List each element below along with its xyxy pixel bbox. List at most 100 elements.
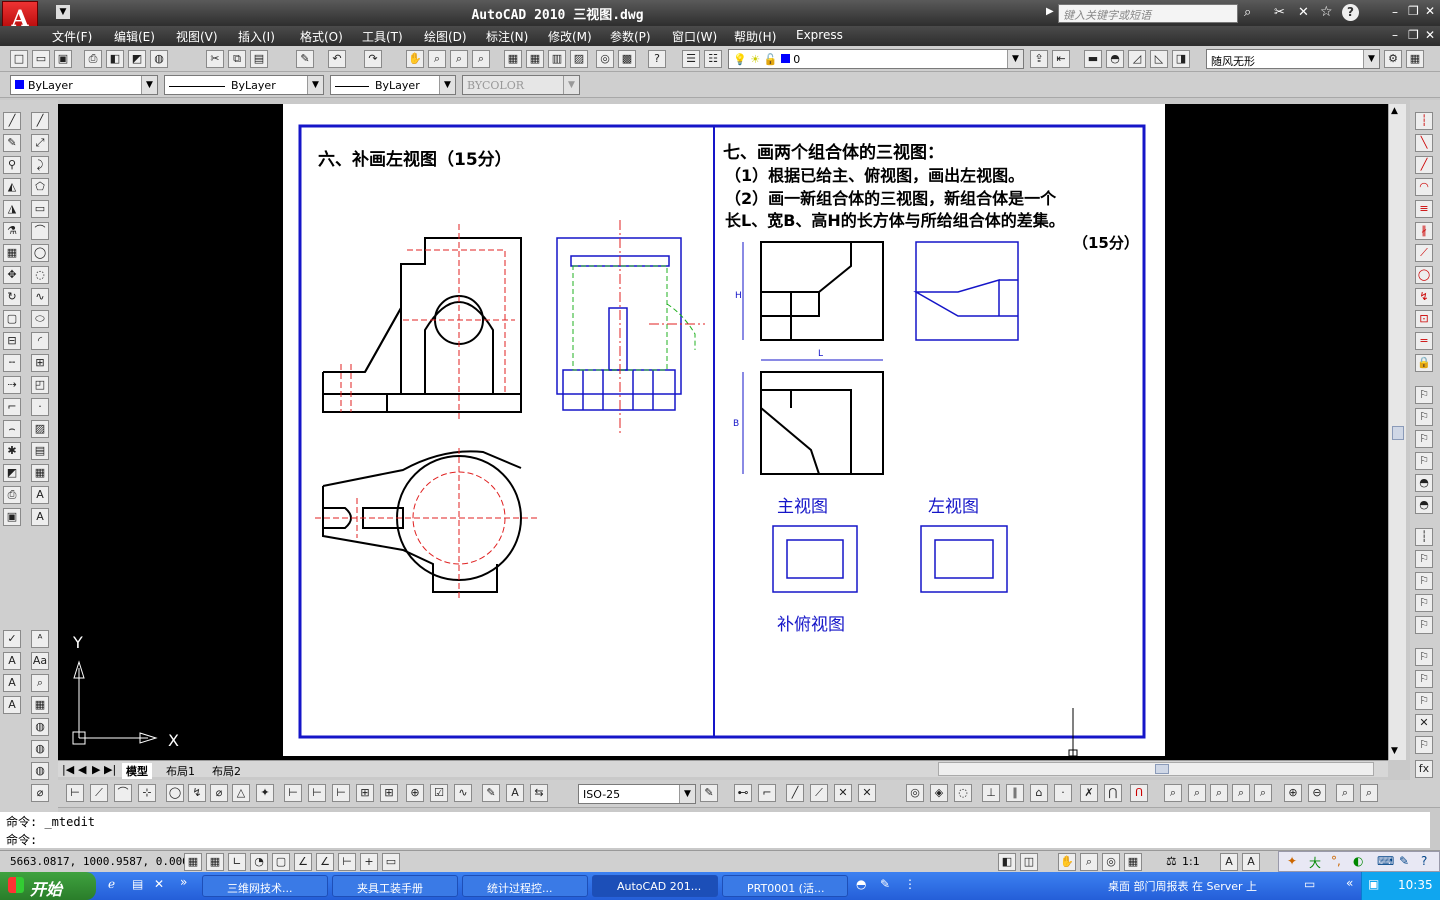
menu-draw[interactable]: 绘图(D) xyxy=(424,28,467,45)
visual-hidden-icon[interactable]: ◿ xyxy=(1128,50,1146,68)
menu-view[interactable]: 视图(V) xyxy=(176,28,218,45)
jogged-icon[interactable]: ∦ xyxy=(1415,222,1433,240)
scroll-down-icon[interactable]: ▼ xyxy=(1391,746,1398,756)
obj-snap-5-icon[interactable]: ◓ xyxy=(1415,474,1433,492)
task-prt0001[interactable]: PRT0001 (活... xyxy=(722,875,848,897)
spell-icon[interactable]: ✓ xyxy=(3,630,21,648)
linear-dim-icon[interactable]: ┆ xyxy=(1415,112,1433,130)
visual-manager-icon[interactable]: ⚙ xyxy=(1384,50,1402,68)
diameter-icon[interactable]: ⟋ xyxy=(1415,244,1433,262)
dim-angular-icon[interactable]: △ xyxy=(232,784,250,802)
scroll-up-icon[interactable]: ▲ xyxy=(1391,106,1398,116)
doc-minimize-icon[interactable]: – xyxy=(1392,28,1398,42)
zoom-e-icon[interactable]: ⌕ xyxy=(1254,784,1272,802)
annotation-visibility-icon[interactable]: A xyxy=(1220,853,1238,871)
infer-constraints-icon[interactable]: ▦ xyxy=(184,853,202,871)
dim-ordinate-icon[interactable]: ⊹ xyxy=(138,784,156,802)
gradient-icon[interactable]: ▤ xyxy=(31,442,49,460)
search-toggle-icon[interactable]: ▶ xyxy=(1046,6,1054,17)
doc-close-icon[interactable]: ✕ xyxy=(1425,28,1435,42)
tab-nav-next-icon[interactable]: ▶ xyxy=(92,763,100,776)
auto-scale-icon[interactable]: A xyxy=(1242,853,1260,871)
color-combo[interactable]: ByLayer ▼ xyxy=(10,75,158,95)
visual-3d-icon[interactable]: ◓ xyxy=(1106,50,1124,68)
obj-snap-4-icon[interactable]: ⚐ xyxy=(1415,452,1433,470)
menu-parametric[interactable]: 参数(P) xyxy=(610,28,651,45)
tray-expand-icon[interactable]: « xyxy=(1346,876,1353,890)
visual-export-icon[interactable]: ▦ xyxy=(1406,50,1424,68)
notepad-icon[interactable]: ▤ xyxy=(132,877,143,891)
visual-conceptual-icon[interactable]: ◨ xyxy=(1172,50,1190,68)
zoom-window-icon[interactable]: ⌕ xyxy=(450,50,468,68)
cut-icon[interactable]: ✂ xyxy=(206,50,224,68)
save-side-icon[interactable]: ▣ xyxy=(3,508,21,526)
help-icon[interactable]: ? xyxy=(1342,4,1359,21)
communication-icon[interactable]: ✕ xyxy=(1298,5,1309,20)
ie-icon[interactable]: ℯ xyxy=(108,877,115,891)
dyn-icon[interactable]: + xyxy=(360,853,378,871)
menu-format[interactable]: 格式(O) xyxy=(300,28,343,45)
menu-modify[interactable]: 修改(M) xyxy=(548,28,592,45)
dim-aligned-icon[interactable]: ⟋ xyxy=(90,784,108,802)
ordinate-icon[interactable]: ◠ xyxy=(1415,178,1433,196)
hatch-icon[interactable]: ▨ xyxy=(31,420,49,438)
sheet-set-icon[interactable]: ▨ xyxy=(570,50,588,68)
menu-file[interactable]: 文件(F) xyxy=(52,28,92,45)
inspect-icon[interactable]: ☑ xyxy=(430,784,448,802)
point-icon[interactable]: · xyxy=(31,398,49,416)
dim-space-icon[interactable]: ⊢ xyxy=(332,784,350,802)
drawing-canvas[interactable]: 六、补画左视图（15分） 七、画两个组合体的三视图： （1）根据已给主、俯视图，… xyxy=(58,104,1388,760)
tray-grip-icon[interactable]: ⋮ xyxy=(904,877,916,891)
snap-nearest-icon[interactable]: · xyxy=(1054,784,1072,802)
obj-snap-2-icon[interactable]: ⚐ xyxy=(1415,408,1433,426)
layer-previous-icon[interactable]: ⇤ xyxy=(1052,50,1070,68)
obj-snap-6-icon[interactable]: ◓ xyxy=(1415,496,1433,514)
chevron-down-icon[interactable]: ▼ xyxy=(439,76,455,94)
scale-text-icon[interactable]: ⌕ xyxy=(31,674,49,692)
web-icon[interactable]: ◍ xyxy=(31,718,49,736)
obj-snap-3-icon[interactable]: ⚐ xyxy=(1415,430,1433,448)
mirror-icon[interactable]: ⚲ xyxy=(3,156,21,174)
rectangle-icon[interactable]: ▭ xyxy=(31,200,49,218)
ucs-3-icon[interactable]: ⚐ xyxy=(1415,572,1433,590)
zoom-b-icon[interactable]: ⌕ xyxy=(1188,784,1206,802)
chevron-down-icon[interactable]: ▼ xyxy=(1363,50,1379,68)
snap-insert-icon[interactable]: ∥ xyxy=(1006,784,1024,802)
tray-pen-icon[interactable]: ✎ xyxy=(880,877,890,891)
offset-icon[interactable]: ◭ xyxy=(3,178,21,196)
snap-tangent-icon[interactable]: ◈ xyxy=(930,784,948,802)
model-space-icon[interactable]: ◧ xyxy=(998,853,1016,871)
match-properties-icon[interactable]: ✎ xyxy=(296,50,314,68)
move-icon[interactable]: ⚗ xyxy=(3,222,21,240)
ucs-4-icon[interactable]: ⚐ xyxy=(1415,594,1433,612)
doc-restore-icon[interactable]: ❐ xyxy=(1408,28,1419,42)
polygon-icon[interactable]: ⬠ xyxy=(31,178,49,196)
menu-dimension[interactable]: 标注(N) xyxy=(486,28,528,45)
center-mark-icon[interactable]: ⊕ xyxy=(406,784,424,802)
stretch-icon[interactable]: ↻ xyxy=(3,288,21,306)
tool-palettes-icon[interactable]: ▥ xyxy=(548,50,566,68)
dim-update-icon[interactable]: ⇆ xyxy=(530,784,548,802)
plot-icon[interactable]: ⎙ xyxy=(84,50,102,68)
status-help-icon[interactable]: ? xyxy=(1421,854,1427,868)
circle-icon[interactable]: ◯ xyxy=(31,244,49,262)
otrack-icon[interactable]: ∠ xyxy=(316,853,334,871)
minimize-window-icon[interactable]: – xyxy=(1392,5,1398,19)
copy-icon[interactable]: ⧉ xyxy=(228,50,246,68)
properties-icon[interactable]: ▦ xyxy=(504,50,522,68)
dim-continue-icon[interactable]: ⊢ xyxy=(308,784,326,802)
chamfer-icon[interactable]: ⌐ xyxy=(3,398,21,416)
function-icon[interactable]: fx xyxy=(1415,760,1433,778)
keyboard-icon[interactable]: ⌨ xyxy=(1377,854,1394,868)
snap-parallel-icon[interactable]: ⊥ xyxy=(982,784,1000,802)
chevron-down-icon[interactable]: ▼ xyxy=(141,76,157,94)
jogged-linear-icon[interactable]: ∿ xyxy=(454,784,472,802)
snap-perpendicular-icon[interactable]: ◌ xyxy=(954,784,972,802)
edit-text-icon[interactable]: A xyxy=(3,652,21,670)
snap-extension-icon[interactable]: ✕ xyxy=(834,784,852,802)
table-icon[interactable]: ▦ xyxy=(31,464,49,482)
copy-object-icon[interactable]: ✎ xyxy=(3,134,21,152)
zoom-in-icon[interactable]: ⊕ xyxy=(1284,784,1302,802)
dim-baseline-icon[interactable]: ⊢ xyxy=(284,784,302,802)
tab-layout1[interactable]: 布局1 xyxy=(166,763,195,779)
